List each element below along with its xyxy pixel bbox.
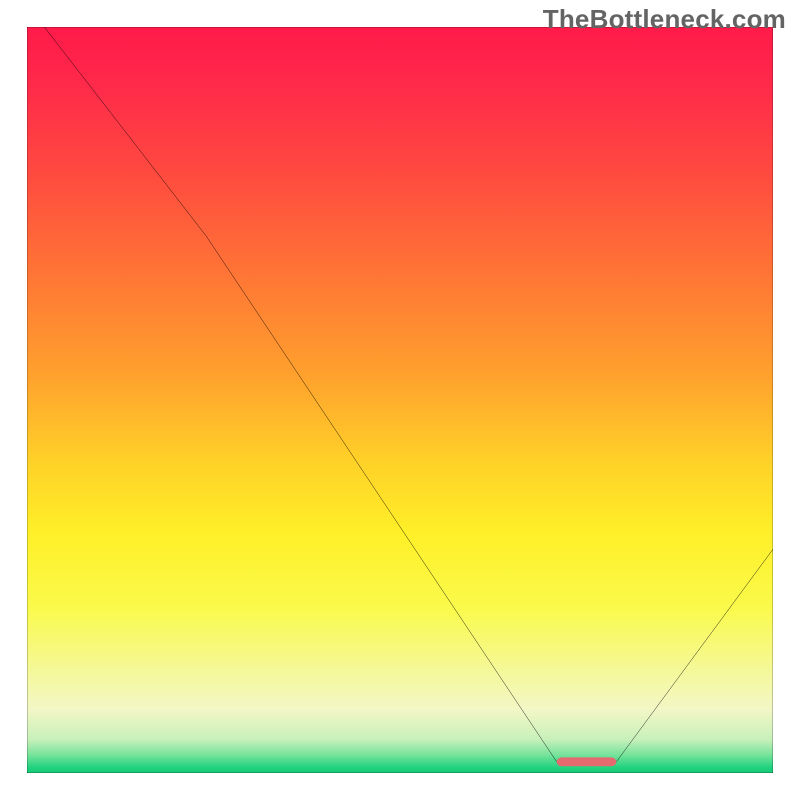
watermark-text: TheBottleneck.com xyxy=(543,4,786,35)
plot-svg xyxy=(27,27,773,773)
plot-area xyxy=(27,27,773,773)
gradient-background xyxy=(27,27,773,773)
chart-root: TheBottleneck.com xyxy=(0,0,800,800)
optimal-range-marker xyxy=(557,757,617,766)
